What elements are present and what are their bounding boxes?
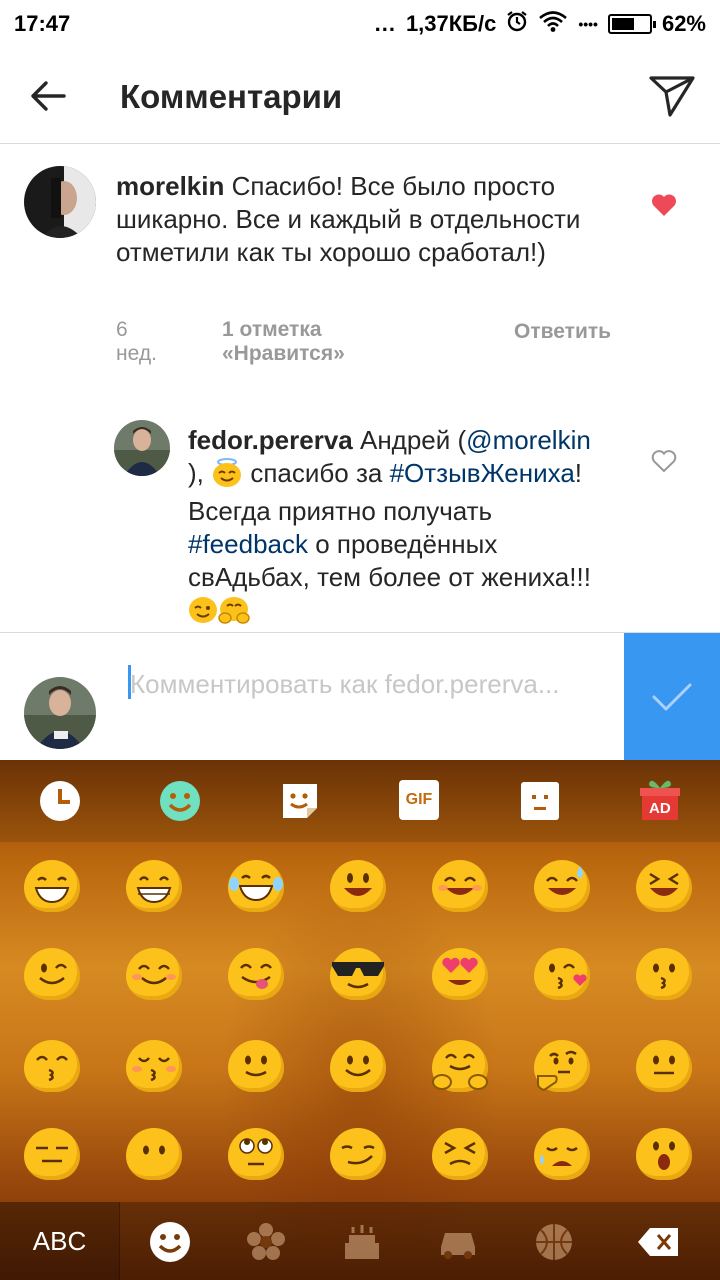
heart-outline-icon xyxy=(651,450,677,473)
sticker-icon[interactable] xyxy=(279,780,321,822)
comment-input-bar: Комментировать как fedor.pererva... xyxy=(0,632,720,761)
emoji-laughing-icon[interactable] xyxy=(636,860,692,912)
comment-time: 6 нед. xyxy=(116,318,157,365)
arrow-left-icon xyxy=(31,81,66,111)
emoji-persevering-icon[interactable] xyxy=(432,1128,488,1180)
battery-percent: 62% xyxy=(661,11,706,36)
battery-fill xyxy=(611,18,634,30)
emoji-kissing-smiling-eyes-icon[interactable] xyxy=(24,1040,80,1092)
emoji-beaming-icon[interactable] xyxy=(126,860,182,912)
ad-label: AD xyxy=(649,800,671,817)
likes-count-link[interactable]: 1 отметка «Нравится» xyxy=(222,318,345,366)
emoji-sunglasses-icon[interactable] xyxy=(330,948,386,1000)
emoji-smiling-eyes-icon[interactable] xyxy=(432,860,488,912)
hugging-emoji-icon xyxy=(218,596,250,632)
emoji-yum-icon[interactable] xyxy=(228,948,284,1000)
comment-username[interactable]: fedor.pererva xyxy=(188,425,353,455)
halo-face-emoji-icon xyxy=(211,457,243,495)
emoji-expressionless-icon[interactable] xyxy=(24,1128,80,1180)
checkmark-icon xyxy=(652,683,692,711)
emoji-no-mouth-icon[interactable] xyxy=(126,1128,182,1180)
emoji-kissing-closed-eyes-icon[interactable] xyxy=(126,1040,182,1092)
emoji-category-bar: ABC xyxy=(0,1202,720,1280)
gif-label: GIF xyxy=(405,791,433,808)
paper-plane-icon xyxy=(649,76,695,117)
emoji-smile-icon[interactable] xyxy=(330,860,386,912)
hashtag-link[interactable]: #feedback xyxy=(188,529,308,559)
emoji-hugging-icon[interactable] xyxy=(432,1040,488,1092)
emoji-wink-icon[interactable] xyxy=(24,948,80,1000)
recent-icon[interactable] xyxy=(39,780,81,822)
emoji-icon[interactable] xyxy=(159,780,201,822)
emoji-tears-of-joy-icon[interactable] xyxy=(228,860,284,912)
emoji-kissing-heart-icon[interactable] xyxy=(534,948,590,1000)
battery-icon xyxy=(607,14,656,34)
status-dots: ... xyxy=(374,11,396,36)
smiley-icon[interactable] xyxy=(148,1220,192,1264)
cake-icon[interactable] xyxy=(340,1220,384,1264)
back-button[interactable] xyxy=(28,76,68,116)
status-time: 17:47 xyxy=(14,11,71,36)
emoji-smirk-icon[interactable] xyxy=(330,1128,386,1180)
app-header: Комментарии xyxy=(0,48,720,144)
hashtag-link[interactable]: #ОтзывЖениха xyxy=(390,458,575,488)
emoji-blush-icon[interactable] xyxy=(126,948,182,1000)
page-title: Комментарии xyxy=(120,78,343,115)
signal-dots: •••• xyxy=(578,16,598,32)
emoji-rolling-eyes-icon[interactable] xyxy=(228,1128,284,1180)
network-speed: 1,37КБ/с xyxy=(405,11,497,36)
emoji-grinning-icon[interactable] xyxy=(24,860,80,912)
emoji-open-mouth-icon[interactable] xyxy=(636,1128,692,1180)
avatar[interactable] xyxy=(24,166,96,238)
emoji-heart-eyes-icon[interactable] xyxy=(432,948,488,1000)
comment-text: morelkin Спасибо! Все было просто шикарн… xyxy=(116,170,636,269)
like-button[interactable] xyxy=(651,193,677,222)
status-bar: 17:47 ... 1,37КБ/с •••• 62% xyxy=(0,0,720,48)
abc-keyboard-button[interactable]: ABC xyxy=(0,1202,120,1280)
emoji-kissing-icon[interactable] xyxy=(636,948,692,1000)
wink-emoji-icon xyxy=(188,596,218,632)
emoji-slight-smile-icon[interactable] xyxy=(228,1040,284,1092)
like-button[interactable] xyxy=(651,449,677,478)
post-comment-button[interactable] xyxy=(624,633,720,761)
emoticon-icon[interactable] xyxy=(519,780,561,822)
emoji-keyboard: GIF AD ABC xyxy=(0,760,720,1280)
reply-link[interactable]: Ответить xyxy=(514,318,611,346)
comment-input[interactable]: Комментировать как fedor.pererva... xyxy=(130,667,610,701)
heart-filled-icon xyxy=(651,194,677,216)
emoji-smiling-face-icon[interactable] xyxy=(330,1040,386,1092)
alarm-icon xyxy=(506,10,528,38)
keyboard-toolbar: GIF AD xyxy=(0,760,720,842)
status-right: ... 1,37КБ/с •••• 62% xyxy=(375,10,706,38)
emoji-thinking-icon[interactable] xyxy=(534,1040,590,1092)
car-icon[interactable] xyxy=(436,1220,480,1264)
emoji-sweat-smile-icon[interactable] xyxy=(534,860,590,912)
backspace-icon[interactable] xyxy=(636,1220,680,1264)
flower-icon[interactable] xyxy=(244,1220,288,1264)
comment-username[interactable]: morelkin xyxy=(116,171,224,201)
ad-gift-icon[interactable]: AD xyxy=(639,778,681,820)
avatar[interactable] xyxy=(114,420,170,476)
emoji-disappointed-relieved-icon[interactable] xyxy=(534,1128,590,1180)
send-button[interactable] xyxy=(648,74,696,118)
comment-body-part: ), xyxy=(188,458,212,488)
wifi-icon xyxy=(538,10,568,38)
gif-icon[interactable]: GIF xyxy=(399,780,439,820)
avatar xyxy=(24,677,96,749)
comment-body-part: Андрей ( xyxy=(352,425,467,455)
basketball-icon[interactable] xyxy=(532,1220,576,1264)
mention-link[interactable]: @morelkin xyxy=(466,425,591,455)
emoji-neutral-icon[interactable] xyxy=(636,1040,692,1092)
comment-text: fedor.pererva Андрей (@morelkin ), спаси… xyxy=(188,424,608,632)
comment-body-part: спасибо за xyxy=(243,458,390,488)
